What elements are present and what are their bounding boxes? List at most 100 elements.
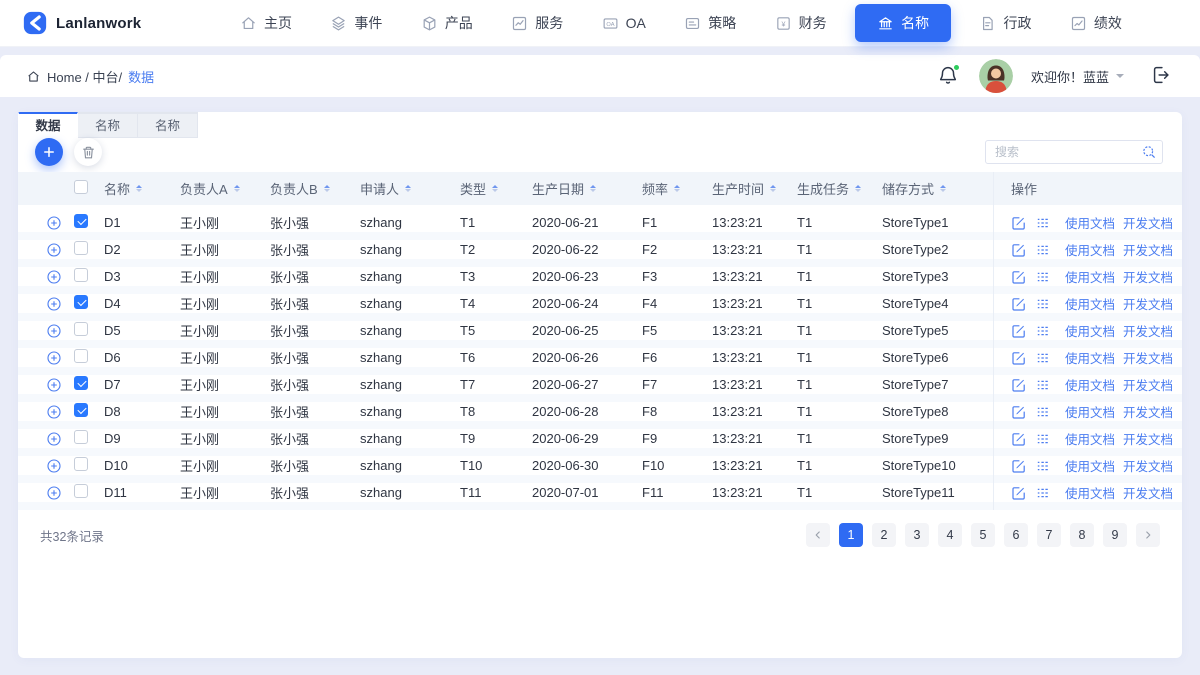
dev-doc-link[interactable]: 开发文档 [1123,402,1173,421]
page-button[interactable]: 1 [839,523,863,547]
usage-doc-link[interactable]: 使用文档 [1065,483,1115,502]
usage-doc-link[interactable]: 使用文档 [1065,213,1115,232]
nav-item[interactable]: 名称 [855,4,952,42]
expand-row-icon[interactable] [46,377,62,393]
select-all-checkbox[interactable] [74,180,88,194]
detail-list-icon[interactable] [1035,215,1051,231]
column-header[interactable]: 类型 [460,179,532,198]
search-icon[interactable] [1141,144,1157,160]
expand-row-icon[interactable] [46,215,62,231]
edit-icon[interactable] [1011,458,1027,474]
nav-item[interactable]: 事件 [320,6,392,40]
sort-icon[interactable] [589,183,598,194]
nav-item[interactable]: ¥ 财务 [765,6,837,40]
dev-doc-link[interactable]: 开发文档 [1123,429,1173,448]
tab[interactable]: 名称 [138,112,198,138]
expand-row-icon[interactable] [46,269,62,285]
detail-list-icon[interactable] [1035,458,1051,474]
row-checkbox[interactable] [74,376,88,390]
usage-doc-link[interactable]: 使用文档 [1065,294,1115,313]
dev-doc-link[interactable]: 开发文档 [1123,294,1173,313]
search-input[interactable] [985,140,1163,164]
sort-icon[interactable] [854,183,863,194]
sort-icon[interactable] [404,183,413,194]
row-checkbox[interactable] [74,241,88,255]
row-checkbox[interactable] [74,322,88,336]
usage-doc-link[interactable]: 使用文档 [1065,456,1115,475]
prev-page-button[interactable] [806,523,830,547]
edit-icon[interactable] [1011,431,1027,447]
tab[interactable]: 名称 [78,112,138,138]
column-header[interactable]: 频率 [642,179,712,198]
column-header[interactable]: 申请人 [360,179,460,198]
dev-doc-link[interactable]: 开发文档 [1123,240,1173,259]
expand-row-icon[interactable] [46,404,62,420]
nav-item[interactable]: 行政 [969,6,1041,40]
column-header[interactable]: 生产日期 [532,179,642,198]
usage-doc-link[interactable]: 使用文档 [1065,375,1115,394]
edit-icon[interactable] [1011,485,1027,501]
nav-item[interactable]: 绩效 [1060,6,1132,40]
sort-icon[interactable] [135,183,144,194]
expand-row-icon[interactable] [46,296,62,312]
expand-row-icon[interactable] [46,485,62,501]
detail-list-icon[interactable] [1035,269,1051,285]
breadcrumb-current[interactable]: 数据 [128,67,154,86]
delete-button[interactable] [74,138,102,166]
dev-doc-link[interactable]: 开发文档 [1123,321,1173,340]
column-header[interactable]: 储存方式 [882,179,993,198]
usage-doc-link[interactable]: 使用文档 [1065,321,1115,340]
page-button[interactable]: 6 [1004,523,1028,547]
brand-logo[interactable]: Lanlanwork [22,10,172,36]
column-header[interactable]: 负责人B [270,179,360,198]
expand-row-icon[interactable] [46,458,62,474]
sort-icon[interactable] [673,183,682,194]
page-button[interactable]: 5 [971,523,995,547]
row-checkbox[interactable] [74,214,88,228]
nav-item[interactable]: 产品 [411,6,483,40]
column-header[interactable]: 名称 [104,179,180,198]
column-header[interactable]: 生产时间 [712,179,797,198]
page-button[interactable]: 7 [1037,523,1061,547]
expand-row-icon[interactable] [46,323,62,339]
expand-row-icon[interactable] [46,431,62,447]
add-button[interactable] [35,138,63,166]
dev-doc-link[interactable]: 开发文档 [1123,267,1173,286]
edit-icon[interactable] [1011,242,1027,258]
edit-icon[interactable] [1011,296,1027,312]
detail-list-icon[interactable] [1035,242,1051,258]
row-checkbox[interactable] [74,349,88,363]
dev-doc-link[interactable]: 开发文档 [1123,375,1173,394]
dev-doc-link[interactable]: 开发文档 [1123,348,1173,367]
page-button[interactable]: 3 [905,523,929,547]
sort-icon[interactable] [491,183,500,194]
nav-item[interactable]: 主页 [230,6,302,40]
column-header[interactable]: 负责人A [180,179,270,198]
detail-list-icon[interactable] [1035,431,1051,447]
sort-icon[interactable] [769,183,778,194]
usage-doc-link[interactable]: 使用文档 [1065,240,1115,259]
logout-button[interactable] [1150,64,1174,88]
row-checkbox[interactable] [74,403,88,417]
edit-icon[interactable] [1011,269,1027,285]
nav-item[interactable]: 策略 [674,6,746,40]
edit-icon[interactable] [1011,323,1027,339]
dev-doc-link[interactable]: 开发文档 [1123,456,1173,475]
usage-doc-link[interactable]: 使用文档 [1065,267,1115,286]
row-checkbox[interactable] [74,484,88,498]
sort-icon[interactable] [233,183,242,194]
user-menu[interactable]: 欢迎你！蓝蓝 [1031,67,1124,86]
page-button[interactable]: 8 [1070,523,1094,547]
detail-list-icon[interactable] [1035,485,1051,501]
column-header[interactable]: 生成任务 [797,179,882,198]
edit-icon[interactable] [1011,377,1027,393]
expand-row-icon[interactable] [46,242,62,258]
breadcrumb-path[interactable]: Home / 中台/ [47,67,122,86]
detail-list-icon[interactable] [1035,404,1051,420]
usage-doc-link[interactable]: 使用文档 [1065,429,1115,448]
detail-list-icon[interactable] [1035,350,1051,366]
next-page-button[interactable] [1136,523,1160,547]
dev-doc-link[interactable]: 开发文档 [1123,483,1173,502]
row-checkbox[interactable] [74,268,88,282]
edit-icon[interactable] [1011,404,1027,420]
